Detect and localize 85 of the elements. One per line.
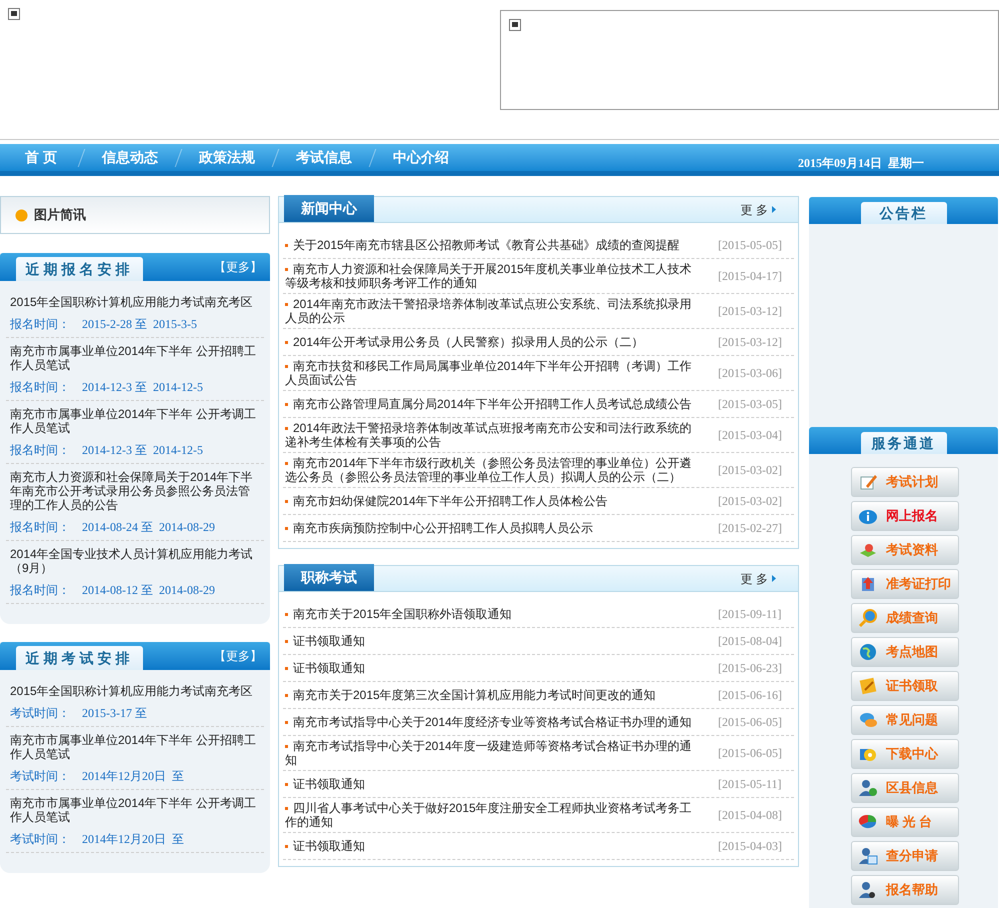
news-link[interactable]: 2014年南充市政法干警招录培养体制改革试点班公安系统、司法系统拟录用人员的公示 (283, 297, 718, 325)
news-date: [2015-03-02] (718, 493, 783, 510)
date-range: 2015-3-17 至 (82, 705, 147, 722)
magnifier-icon (858, 608, 878, 628)
news-date: [2015-09-11] (718, 606, 783, 623)
time-label: 考试时间： (10, 831, 70, 848)
broken-image-icon (8, 8, 20, 20)
time-label: 报名时间： (10, 519, 70, 536)
dot-icon (15, 208, 28, 222)
service-button[interactable]: 网上报名 (851, 501, 959, 531)
news-link[interactable]: 2014年公开考试录用公务员（人民警察）拟录用人员的公示（二） (283, 335, 718, 349)
panel-title: 图片简讯 (34, 206, 86, 224)
time-label: 考试时间： (10, 768, 70, 785)
person-icon (858, 846, 878, 866)
news-date: [2015-04-08] (718, 807, 783, 824)
news-link[interactable]: 2014年政法干警招录培养体制改革试点班报考南充市公安和司法行政系统的递补考生体检有关事项的公告 (283, 421, 718, 449)
item-title[interactable]: 南充市市属事业单位2014年下半年 公开考调工作人员笔试 (6, 796, 264, 830)
news-link[interactable]: 证书领取通知 (283, 634, 718, 648)
item-title[interactable]: 南充市人力资源和社会保障局关于2014年下半年南充市公开考试录用公务员参照公务员法管理的工作人员的公告 (6, 470, 264, 518)
time-label: 报名时间： (10, 582, 70, 599)
news-link[interactable]: 证书领取通知 (283, 661, 718, 675)
date-range: 2015-2-28 至 2015-3-5 (82, 316, 197, 333)
news-link[interactable]: 证书领取通知 (283, 777, 718, 791)
news-link[interactable]: 南充市妇幼保健院2014年下半年公开招聘工作人员体检公告 (283, 494, 718, 508)
time-label: 考试时间： (10, 705, 70, 722)
item-title[interactable]: 2015年全国职称计算机应用能力考试南充考区 (6, 684, 264, 704)
news-date: [2015-06-05] (718, 745, 783, 762)
news-date: [2015-03-05] (718, 396, 783, 413)
news-link[interactable]: 南充市2014年下半年市级行政机关（参照公务员法管理的事业单位）公开遴选公务员（参照公务员法管理的事业单位工作人员）拟调人员的公示（二） (283, 456, 718, 484)
panel-title: 服务通道 (860, 432, 946, 454)
news-date: [2015-05-11] (718, 776, 783, 793)
time-label: 报名时间： (10, 316, 70, 333)
news-date: [2015-03-12] (718, 303, 783, 320)
section-title: 职称考试 (284, 564, 374, 591)
news-date: [2015-02-27] (718, 520, 783, 537)
date-range: 2014年12月20日 至 (82, 831, 184, 848)
date-range: 2014-08-24 至 2014-08-29 (82, 519, 215, 536)
more-link[interactable]: 更 多 (740, 570, 776, 588)
news-date: [2015-05-05] (718, 237, 783, 254)
panel-title: 近期考试安排 (16, 646, 143, 670)
item-title[interactable]: 南充市市属事业单位2014年下半年 公开招聘工作人员笔试 (6, 344, 264, 378)
news-date: [2015-06-05] (718, 714, 783, 731)
person-icon (858, 880, 878, 900)
news-date: [2015-03-04] (718, 427, 783, 444)
panel-title: 近期报名安排 (16, 257, 143, 281)
section-title: 新闻中心 (284, 195, 374, 222)
item-title[interactable]: 南充市市属事业单位2014年下半年 公开招聘工作人员笔试 (6, 733, 264, 767)
news-link[interactable]: 证书领取通知 (283, 839, 718, 853)
item-title[interactable]: 2015年全国职称计算机应用能力考试南充考区 (6, 295, 264, 315)
news-link[interactable]: 四川省人事考试中心关于做好2015年度注册安全工程师执业资格考试考务工作的通知 (283, 801, 718, 829)
news-date: [2015-04-17] (718, 268, 783, 285)
news-date: [2015-03-02] (718, 462, 783, 479)
news-date: [2015-08-04] (718, 633, 783, 650)
news-link[interactable]: 南充市人力资源和社会保障局关于开展2015年度机关事业单位技术工人技术等级考核和技师职务考评工作的通知 (283, 262, 718, 290)
person-icon (858, 778, 878, 798)
date-text: 2015年09月14日 星期一 (798, 155, 924, 172)
pencil-icon (858, 472, 878, 492)
news-link[interactable]: 南充市扶贫和移民工作局局属事业单位2014年下半年公开招聘（考调）工作人员面试公告 (283, 359, 718, 387)
panel-title: 公告栏 (860, 202, 946, 224)
news-date: [2015-03-06] (718, 365, 783, 382)
chat-icon (858, 710, 878, 730)
news-link[interactable]: 南充市关于2015年度第三次全国计算机应用能力考试时间更改的通知 (283, 688, 718, 702)
date-range: 2014-12-3 至 2014-12-5 (82, 442, 203, 459)
news-link[interactable]: 关于2015年南充市辖县区公招教师考试《教育公共基础》成绩的查阅提醒 (283, 238, 718, 252)
date-range: 2014-08-12 至 2014-08-29 (82, 582, 215, 599)
item-title[interactable]: 南充市市属事业单位2014年下半年 公开考调工作人员笔试 (6, 407, 264, 441)
item-title[interactable]: 2014年全国专业技术人员计算机应用能力考试（9月） (6, 547, 264, 581)
globe-icon (858, 642, 878, 662)
time-label: 报名时间： (10, 379, 70, 396)
date-range: 2014年12月20日 至 (82, 768, 184, 785)
news-link[interactable]: 南充市考试指导中心关于2014年度一级建造师等资格考试合格证书办理的通知 (283, 739, 718, 767)
time-label: 报名时间： (10, 442, 70, 459)
caret-icon (772, 206, 776, 213)
news-link[interactable]: 南充市关于2015年全国职称外语领取通知 (283, 607, 718, 621)
caret-icon (772, 575, 776, 582)
news-link[interactable]: 南充市疾病预防控制中心公开招聘工作人员拟聘人员公示 (283, 521, 718, 535)
news-date: [2015-06-23] (718, 660, 783, 677)
more-link[interactable]: 更 多 (740, 200, 776, 218)
broken-image-icon (509, 19, 521, 31)
news-link[interactable]: 南充市公路管理局直属分局2014年下半年公开招聘工作人员考试总成绩公告 (283, 397, 718, 411)
news-date: [2015-03-12] (718, 334, 783, 351)
news-date: [2015-06-16] (718, 687, 783, 704)
date-range: 2014-12-3 至 2014-12-5 (82, 379, 203, 396)
news-link[interactable]: 南充市考试指导中心关于2014年度经济专业等资格考试合格证书办理的通知 (283, 715, 718, 729)
news-date: [2015-04-03] (718, 838, 783, 855)
